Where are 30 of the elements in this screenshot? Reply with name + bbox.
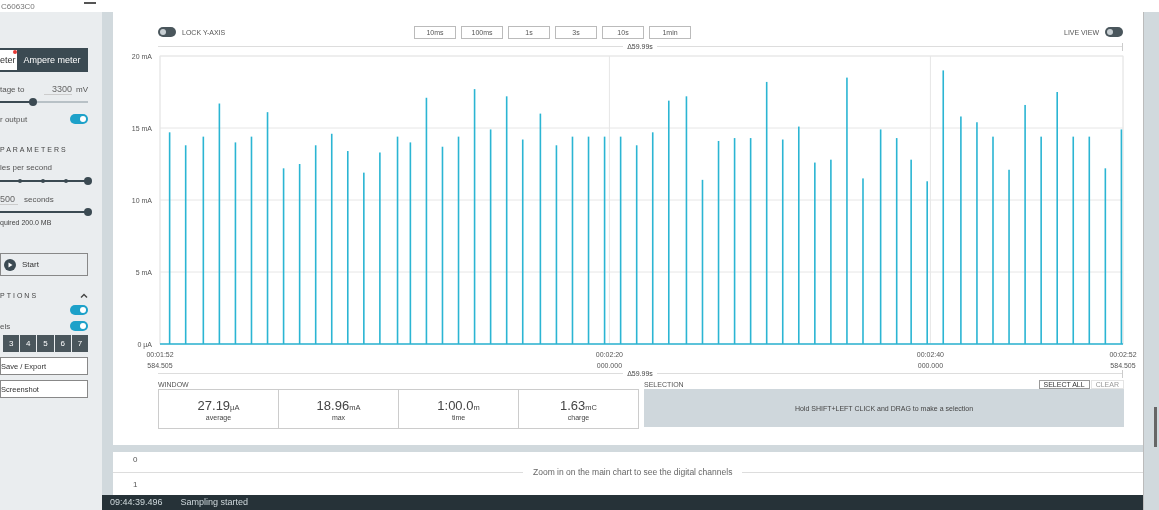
- channel-button[interactable]: 6: [54, 335, 71, 352]
- status-time: 09:44:39.496: [110, 497, 163, 509]
- play-icon: [4, 258, 16, 271]
- channel-button[interactable]: 7: [71, 335, 88, 352]
- rate-label: les per second: [0, 163, 54, 172]
- start-button[interactable]: Start: [0, 253, 88, 276]
- chevron-icon[interactable]: [80, 293, 88, 298]
- device-serial: C6063C0: [0, 1, 35, 11]
- status-message: Sampling started: [180, 497, 249, 509]
- channel-number: 0: [133, 455, 138, 464]
- digital-message: Zoom in on the main chart to see the digital channels: [533, 467, 733, 477]
- option-toggle[interactable]: [70, 321, 88, 331]
- mode-button[interactable]: eter: [0, 48, 19, 72]
- channel-number: 1: [133, 480, 138, 489]
- voltage-unit: mV: [76, 85, 88, 94]
- channel-button[interactable]: 3: [3, 335, 20, 352]
- mode-button[interactable]: Ampere meter: [19, 48, 88, 72]
- duration-input[interactable]: 500: [0, 194, 18, 205]
- duration-unit: seconds: [24, 195, 54, 204]
- channel-button[interactable]: 5: [37, 335, 54, 352]
- voltage-input[interactable]: 3300: [44, 84, 72, 95]
- scrollbar-thumb[interactable]: [1154, 407, 1157, 447]
- lock-toggle[interactable]: [158, 27, 176, 37]
- option-label: els: [0, 321, 11, 331]
- option-toggle[interactable]: [70, 305, 88, 315]
- channel-button[interactable]: 4: [20, 335, 37, 352]
- live-view-toggle[interactable]: [1105, 27, 1123, 37]
- voltage-label: tage to: [0, 85, 25, 94]
- output-toggle[interactable]: [70, 114, 88, 124]
- output-label: r output: [0, 114, 28, 124]
